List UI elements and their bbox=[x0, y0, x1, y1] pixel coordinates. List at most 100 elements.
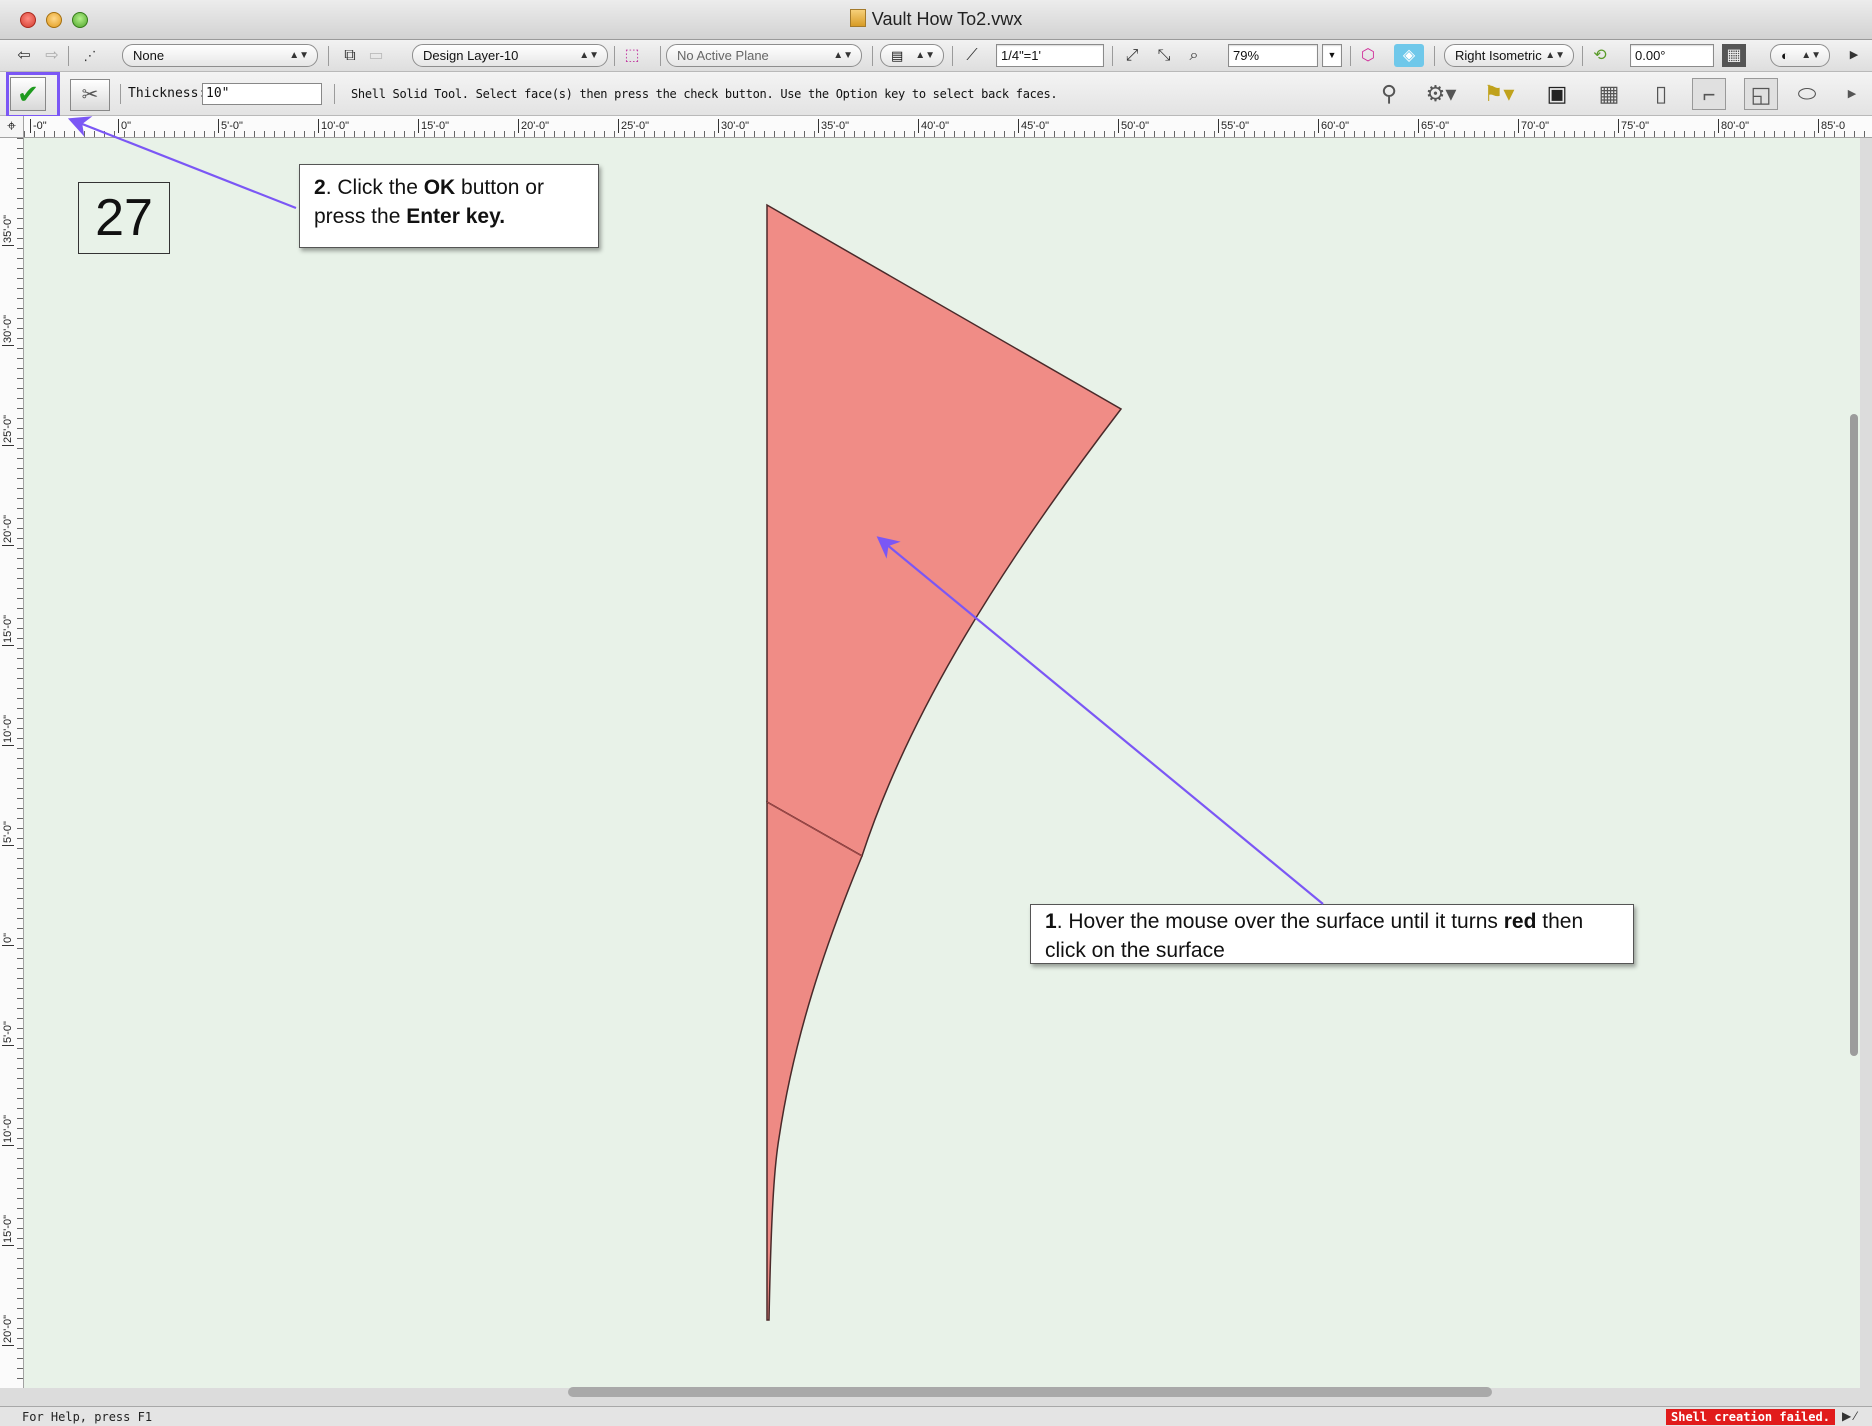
tool-help-message: Shell Solid Tool. Select face(s) then pr… bbox=[351, 87, 1058, 101]
ruler-h-label: 85'-0 bbox=[1818, 119, 1845, 133]
ruler-v-label: 15'-0" bbox=[2, 614, 14, 646]
ruler-v-label: 20'-0" bbox=[2, 1314, 14, 1346]
checkmark-icon: ✔ bbox=[17, 79, 39, 109]
callout-2-number: 2 bbox=[314, 176, 326, 199]
ruler-v-label: 35'-0" bbox=[2, 214, 14, 246]
saved-views-icon: ◐ bbox=[1781, 48, 1789, 63]
scale-value: 1/4"=1' bbox=[1001, 48, 1041, 63]
rotation-field[interactable]: 0.00° bbox=[1630, 44, 1714, 67]
ruler-h-label: 50'-0" bbox=[1118, 119, 1149, 133]
horizontal-scroll-thumb[interactable] bbox=[568, 1387, 1492, 1397]
saved-views-popup[interactable]: ◐ ▲▼ bbox=[1770, 44, 1830, 67]
thickness-label: Thickness: bbox=[128, 86, 207, 101]
scroll-bars-icon[interactable]: ◱ bbox=[1744, 78, 1778, 110]
layer-options-dark-icon[interactable]: ▦ bbox=[1722, 44, 1746, 67]
ruler-v-label: 10'-0" bbox=[2, 714, 14, 746]
ruler-h-label: 60'-0" bbox=[1318, 119, 1349, 133]
working-plane-icon[interactable]: ⬚ bbox=[620, 44, 644, 67]
view-popup-value: Right Isometric bbox=[1455, 48, 1542, 63]
class-popup-value: None bbox=[133, 48, 165, 63]
page-setup-popup[interactable]: ▤ ▲▼ bbox=[880, 44, 944, 67]
layer-popup[interactable]: Design Layer-10 ▲▼ bbox=[412, 44, 608, 67]
callout-2-text-1: . Click the bbox=[325, 176, 424, 199]
step-number-badge: 27 bbox=[78, 182, 170, 254]
ok-checkmark-button[interactable]: ✔ bbox=[10, 77, 46, 111]
thickness-value: 10" bbox=[206, 86, 230, 101]
window-title-bar: Vault How To2.vwx bbox=[0, 0, 1872, 40]
ruler-h-label: 35'-0" bbox=[818, 119, 849, 133]
status-help-text: For Help, press F1 bbox=[22, 1410, 153, 1424]
ruler-v-label: 5'-0" bbox=[2, 1021, 14, 1046]
ruler-scale-icon[interactable]: ⟋ bbox=[960, 44, 984, 67]
back-arrow-icon[interactable]: ⇦ bbox=[12, 44, 36, 67]
forward-arrow-icon[interactable]: ⇨ bbox=[40, 44, 64, 67]
view-popup[interactable]: Right Isometric ▲▼ bbox=[1444, 44, 1574, 67]
ruler-h-label: 55'-0" bbox=[1218, 119, 1249, 133]
snap-inspector-icon[interactable]: ⚲ bbox=[1372, 78, 1406, 110]
gear-dropdown-icon[interactable]: ⚙▾ bbox=[1424, 78, 1458, 110]
ruler-v-label: 0" bbox=[2, 932, 14, 946]
zoom-field[interactable]: 79% bbox=[1228, 44, 1318, 67]
status-expand-icon[interactable]: ▶ ⁄ bbox=[1842, 1409, 1857, 1423]
ruler-origin-crosshair-icon[interactable]: ⌖ bbox=[0, 116, 24, 138]
rotation-value: 0.00° bbox=[1635, 48, 1666, 63]
ruler-h-label: 80'-0" bbox=[1718, 119, 1749, 133]
render-settings-dropdown-icon[interactable]: ⚑▾ bbox=[1482, 78, 1516, 110]
ruler-v-label: 15'-0" bbox=[2, 1214, 14, 1246]
ruler-h-label: 5'-0" bbox=[218, 119, 243, 133]
zoom-dropdown-icon[interactable]: ▼ bbox=[1322, 44, 1342, 67]
ruler-v-label: 20'-0" bbox=[2, 514, 14, 546]
resources-icon[interactable]: ⬭ bbox=[1790, 78, 1824, 110]
zoom-icon[interactable]: ⌕ bbox=[1182, 44, 1206, 67]
ruler-h-label: 15'-0" bbox=[418, 119, 449, 133]
rotate-plan-icon[interactable]: ⟲ bbox=[1588, 44, 1612, 67]
layer-popup-value: Design Layer-10 bbox=[423, 48, 519, 63]
drawing-canvas[interactable] bbox=[24, 138, 1860, 1388]
ruler-h-label: 30'-0" bbox=[718, 119, 749, 133]
drawing-svg bbox=[766, 203, 1123, 1321]
class-options-icon[interactable]: ⋰ bbox=[78, 44, 102, 67]
vertical-scrollbar[interactable] bbox=[1848, 138, 1860, 1388]
rulers-icon[interactable]: ⌐ bbox=[1692, 78, 1726, 110]
modebar-overflow-icon[interactable]: ▶ bbox=[1842, 78, 1862, 110]
ruler-h-label: 0" bbox=[118, 119, 131, 133]
ruler-h-label: 70'-0" bbox=[1518, 119, 1549, 133]
layer-visibility-icon[interactable]: ▭ bbox=[364, 44, 388, 67]
highlighted-surface-face[interactable] bbox=[766, 203, 1123, 858]
view-bar: ⇦ ⇨ ⋰ None ▲▼ ⧉ ▭ Design Layer-10 ▲▼ ⬚ No … bbox=[0, 40, 1872, 72]
callout-step-2: 2. Click the OK button or press the Ente… bbox=[299, 164, 599, 248]
horizontal-ruler[interactable]: -0" 0" 5'-0" 10'-0" 15'-0" 20'-0" 25'-0"… bbox=[24, 116, 1872, 138]
active-plane-popup[interactable]: No Active Plane ▲▼ bbox=[666, 44, 862, 67]
layer-options-icon[interactable]: ⧉ bbox=[338, 44, 362, 67]
ruler-h-label: 75'-0" bbox=[1618, 119, 1649, 133]
callout-1-number: 1 bbox=[1045, 910, 1057, 933]
viewbar-overflow-icon[interactable]: ▶ bbox=[1844, 44, 1864, 67]
grid-icon[interactable]: ▦ bbox=[1592, 78, 1626, 110]
vertical-scroll-thumb[interactable] bbox=[1850, 414, 1858, 1056]
active-plane-value: No Active Plane bbox=[677, 48, 769, 63]
fit-to-page-icon[interactable]: ⤡ bbox=[1152, 44, 1176, 67]
document-page-icon[interactable]: ▯ bbox=[1644, 78, 1678, 110]
ruler-v-label: 5'-0" bbox=[2, 821, 14, 846]
thickness-input[interactable]: 10" bbox=[202, 83, 322, 105]
tool-preferences-button[interactable]: ✂ bbox=[70, 79, 110, 111]
class-popup[interactable]: None ▲▼ bbox=[122, 44, 318, 67]
callout-2-bold-1: OK bbox=[423, 176, 456, 199]
publish-icon[interactable]: ▣ bbox=[1540, 78, 1574, 110]
render-mode-icon[interactable]: ⬡ bbox=[1356, 44, 1380, 67]
zoom-value: 79% bbox=[1233, 48, 1260, 63]
ruler-h-label: 25'-0" bbox=[618, 119, 649, 133]
ruler-h-label: 10'-0" bbox=[318, 119, 349, 133]
window-title-text: Vault How To2.vwx bbox=[871, 9, 1023, 29]
ruler-h-label: 40'-0" bbox=[918, 119, 949, 133]
lower-surface-face[interactable] bbox=[766, 800, 863, 1321]
fit-to-objects-icon[interactable]: ⤢ bbox=[1120, 44, 1144, 67]
tool-mode-bar: ✔ ✂ Thickness: 10" Shell Solid Tool. Sel… bbox=[0, 72, 1872, 116]
callout-1-text-1: . Hover the mouse over the surface until… bbox=[1056, 910, 1504, 933]
window-title: Vault How To2.vwx bbox=[0, 9, 1872, 30]
scale-field[interactable]: 1/4"=1' bbox=[996, 44, 1104, 67]
vertical-ruler[interactable]: 35'-0" 30'-0" 25'-0" 20'-0" 15'-0" 10'-0… bbox=[0, 138, 24, 1388]
ruler-v-label: 10'-0" bbox=[2, 1114, 14, 1146]
projection-icon[interactable]: ◈ bbox=[1394, 44, 1424, 67]
ruler-h-label: 65'-0" bbox=[1418, 119, 1449, 133]
